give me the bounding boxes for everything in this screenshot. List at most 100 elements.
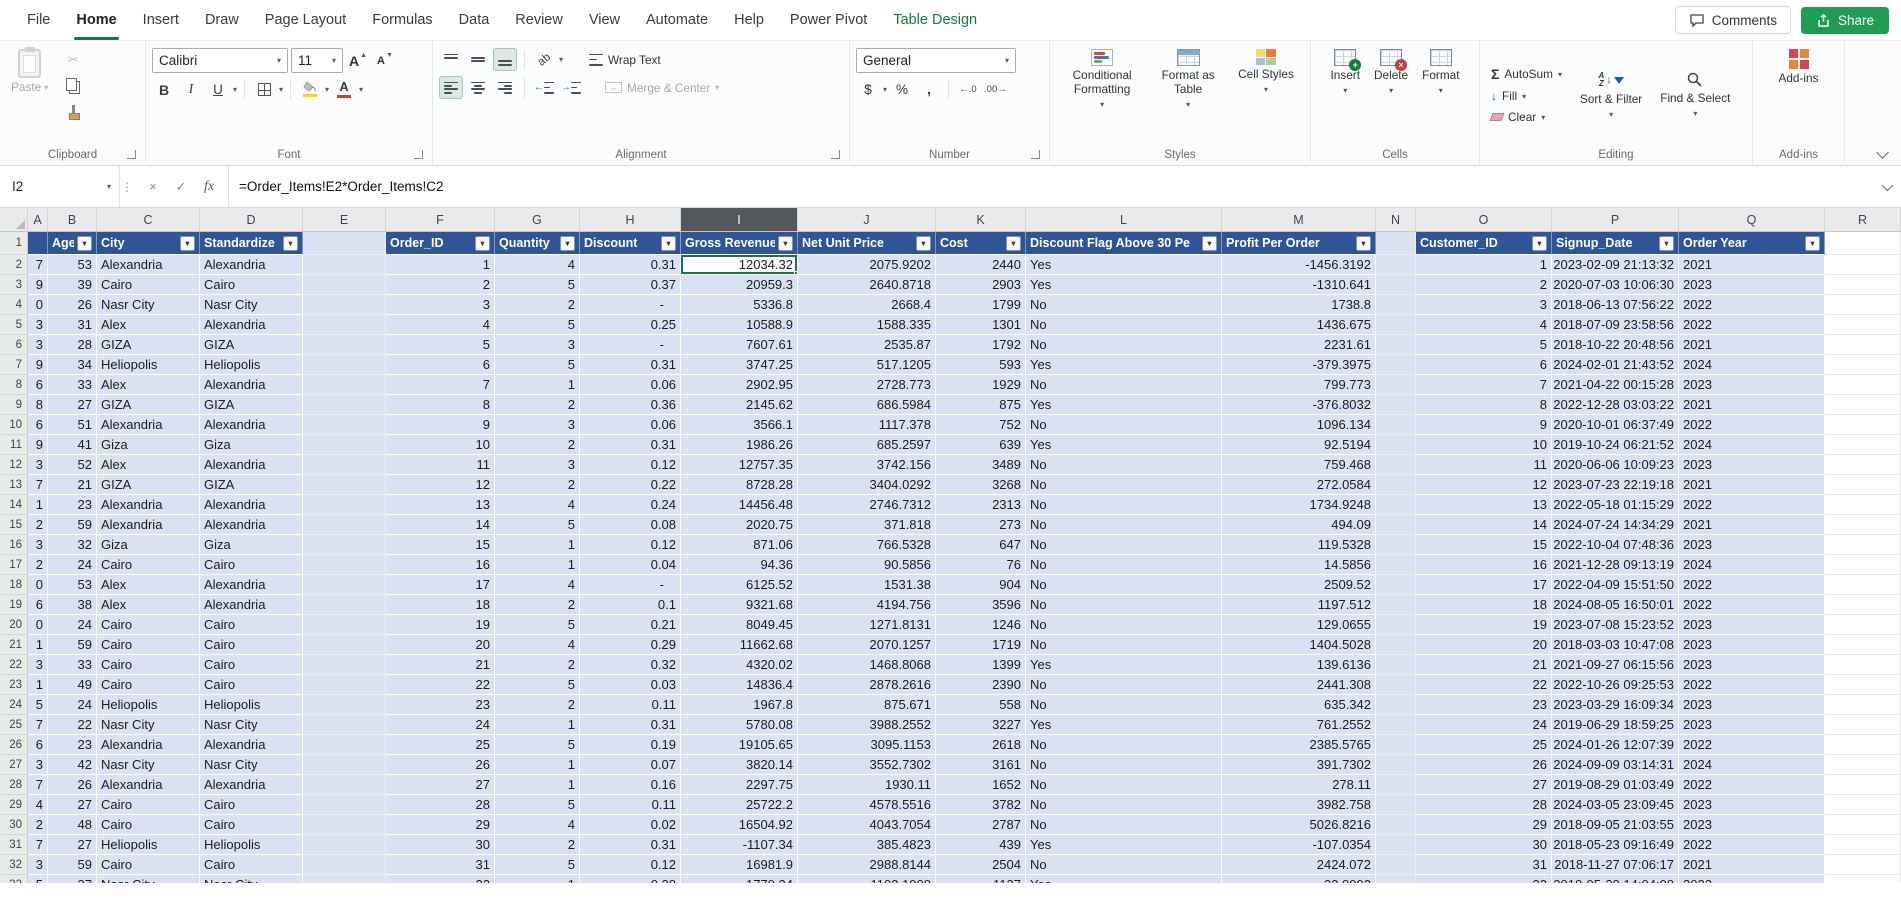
cell-G5[interactable]: 5 xyxy=(495,315,580,335)
cell-F30[interactable]: 29 xyxy=(386,815,495,835)
cell-O5[interactable]: 4 xyxy=(1416,315,1552,335)
cell-N6[interactable] xyxy=(1376,335,1416,355)
align-left-button[interactable] xyxy=(439,76,463,99)
cell-A22[interactable]: 3 xyxy=(28,655,48,675)
cell-O27[interactable]: 26 xyxy=(1416,755,1552,775)
cell-E4[interactable] xyxy=(303,295,386,315)
cell-A6[interactable]: 3 xyxy=(28,335,48,355)
cell-F14[interactable]: 13 xyxy=(386,495,495,515)
row-header-1[interactable]: 1 xyxy=(0,232,28,255)
cell-L2[interactable]: Yes xyxy=(1026,255,1222,275)
cell-L30[interactable]: No xyxy=(1026,815,1222,835)
cell-I19[interactable]: 9321.68 xyxy=(681,595,798,615)
cell-L12[interactable]: No xyxy=(1026,455,1222,475)
cell-F5[interactable]: 4 xyxy=(386,315,495,335)
cell-E5[interactable] xyxy=(303,315,386,335)
cell-E29[interactable] xyxy=(303,795,386,815)
cell-Q28[interactable]: 2022 xyxy=(1679,775,1825,795)
cell-D7[interactable]: Heliopolis xyxy=(200,355,303,375)
decrease-indent-button[interactable]: ← xyxy=(532,76,556,99)
cell-J28[interactable]: 1930.11 xyxy=(798,775,936,795)
cell-E9[interactable] xyxy=(303,395,386,415)
cell-J4[interactable]: 2668.4 xyxy=(798,295,936,315)
cell-P28[interactable]: 2019-08-29 01:03:49 xyxy=(1552,775,1679,795)
cell-N27[interactable] xyxy=(1376,755,1416,775)
column-header-H[interactable]: H xyxy=(580,208,681,231)
formula-input[interactable]: =Order_Items!E2*Order_Items!C2 xyxy=(229,166,1871,207)
copy-button[interactable] xyxy=(61,74,85,97)
cell-L11[interactable]: Yes xyxy=(1026,435,1222,455)
cell-D18[interactable]: Alexandria xyxy=(200,575,303,595)
format-painter-button[interactable] xyxy=(61,100,85,123)
filter-button-I[interactable]: ▼ xyxy=(778,235,793,251)
cell-P23[interactable]: 2022-10-26 09:25:53 xyxy=(1552,675,1679,695)
cell-A24[interactable]: 5 xyxy=(28,695,48,715)
align-center-button[interactable] xyxy=(466,76,490,99)
cell-A33[interactable]: 5 xyxy=(28,875,48,883)
cell-N22[interactable] xyxy=(1376,655,1416,675)
cell-D8[interactable]: Alexandria xyxy=(200,375,303,395)
cell-M11[interactable]: 92.5194 xyxy=(1222,435,1376,455)
column-header-A[interactable]: A xyxy=(28,208,48,231)
cell-C32[interactable]: Cairo xyxy=(97,855,200,875)
cell-N33[interactable] xyxy=(1376,875,1416,883)
filter-button-M[interactable]: ▼ xyxy=(1356,235,1371,251)
cell-A2[interactable]: 7 xyxy=(28,255,48,275)
cell-F19[interactable]: 18 xyxy=(386,595,495,615)
cell-N12[interactable] xyxy=(1376,455,1416,475)
cell-G14[interactable]: 4 xyxy=(495,495,580,515)
cell-B22[interactable]: 33 xyxy=(48,655,97,675)
delete-cells-button[interactable]: × Delete ▾ xyxy=(1369,46,1413,144)
cell-D23[interactable]: Cairo xyxy=(200,675,303,695)
cell-I6[interactable]: 7607.61 xyxy=(681,335,798,355)
cell-I9[interactable]: 2145.62 xyxy=(681,395,798,415)
cell-F13[interactable]: 12 xyxy=(386,475,495,495)
cell-R24[interactable] xyxy=(1825,695,1901,715)
cell-I3[interactable]: 20959.3 xyxy=(681,275,798,295)
cell-L26[interactable]: No xyxy=(1026,735,1222,755)
cell-F28[interactable]: 27 xyxy=(386,775,495,795)
cell-Q24[interactable]: 2023 xyxy=(1679,695,1825,715)
cell-N1[interactable] xyxy=(1376,232,1416,255)
find-select-button[interactable]: Find & Select ▾ xyxy=(1655,68,1735,121)
cell-D27[interactable]: Nasr City xyxy=(200,755,303,775)
cell-C12[interactable]: Alex xyxy=(97,455,200,475)
cell-J15[interactable]: 371.818 xyxy=(798,515,936,535)
cell-A16[interactable]: 3 xyxy=(28,535,48,555)
merge-center-button[interactable]: ↔ Merge & Center ▾ xyxy=(599,79,725,97)
cell-O15[interactable]: 14 xyxy=(1416,515,1552,535)
cell-J29[interactable]: 4578.5516 xyxy=(798,795,936,815)
cell-N30[interactable] xyxy=(1376,815,1416,835)
number-dialog-launcher[interactable] xyxy=(1031,150,1040,159)
table-header-cell-K1[interactable]: Cost ▼ xyxy=(936,232,1026,255)
cell-N3[interactable] xyxy=(1376,275,1416,295)
filter-button-H[interactable]: ▼ xyxy=(661,235,676,251)
cell-H7[interactable]: 0.31 xyxy=(580,355,681,375)
column-header-D[interactable]: D xyxy=(200,208,303,231)
cell-H4[interactable]: - xyxy=(580,295,681,315)
cell-H21[interactable]: 0.29 xyxy=(580,635,681,655)
cell-P25[interactable]: 2019-06-29 18:59:25 xyxy=(1552,715,1679,735)
cell-H11[interactable]: 0.31 xyxy=(580,435,681,455)
cell-R12[interactable] xyxy=(1825,455,1901,475)
cell-A19[interactable]: 6 xyxy=(28,595,48,615)
cell-R11[interactable] xyxy=(1825,435,1901,455)
cell-D26[interactable]: Alexandria xyxy=(200,735,303,755)
cell-J27[interactable]: 3552.7302 xyxy=(798,755,936,775)
cell-R18[interactable] xyxy=(1825,575,1901,595)
cell-P22[interactable]: 2021-09-27 06:15:56 xyxy=(1552,655,1679,675)
cell-I29[interactable]: 25722.2 xyxy=(681,795,798,815)
cell-P7[interactable]: 2024-02-01 21:43:52 xyxy=(1552,355,1679,375)
cell-Q16[interactable]: 2023 xyxy=(1679,535,1825,555)
cell-D16[interactable]: Giza xyxy=(200,535,303,555)
clear-button[interactable]: Clear ▾ xyxy=(1486,108,1567,126)
filter-button-G[interactable]: ▼ xyxy=(560,235,575,251)
cell-H2[interactable]: 0.31 xyxy=(580,255,681,275)
cell-H12[interactable]: 0.12 xyxy=(580,455,681,475)
cell-Q31[interactable]: 2022 xyxy=(1679,835,1825,855)
cell-L6[interactable]: No xyxy=(1026,335,1222,355)
cell-M28[interactable]: 278.11 xyxy=(1222,775,1376,795)
menu-tab-help[interactable]: Help xyxy=(721,0,777,40)
row-header-30[interactable]: 30 xyxy=(0,815,28,835)
cell-E7[interactable] xyxy=(303,355,386,375)
